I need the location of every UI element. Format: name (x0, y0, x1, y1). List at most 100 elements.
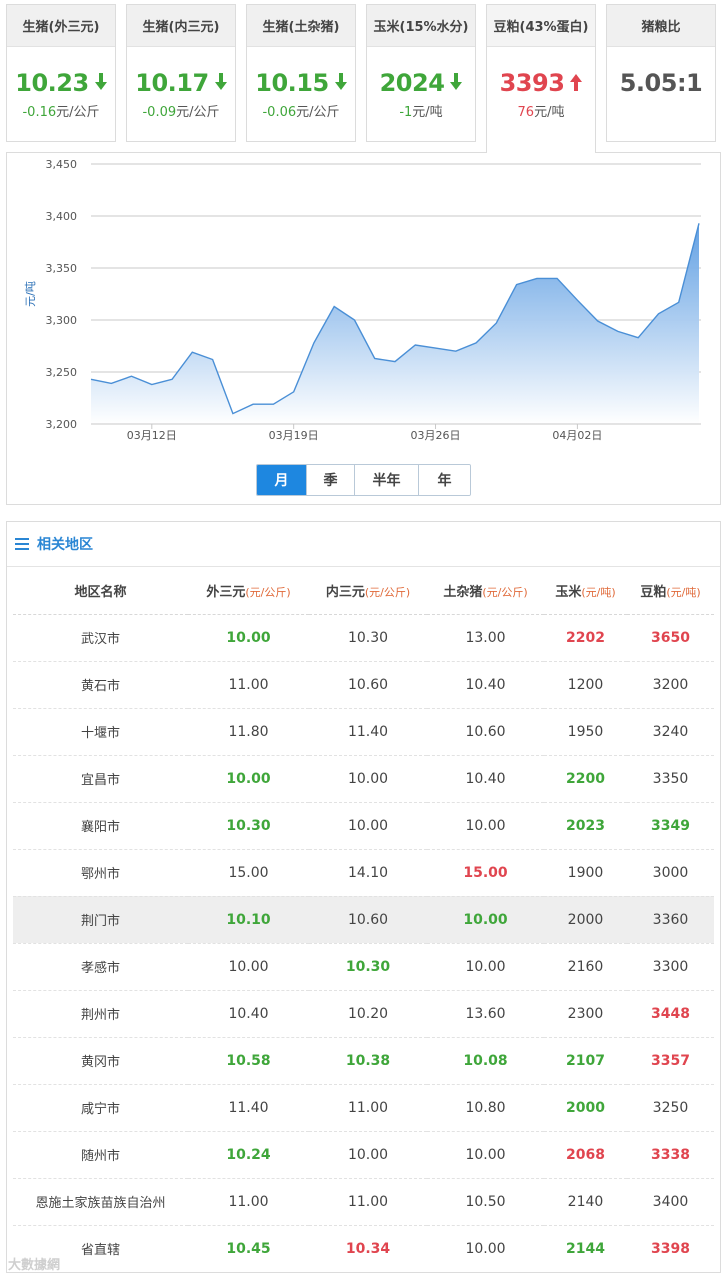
y-tick-label: 3,250 (46, 366, 78, 379)
column-header: 玉米(元/吨) (544, 567, 627, 615)
price-cards: 生猪(外三元) 10.23 -0.16元/公斤 生猪(内三元) 10.17 -0.09元/… (6, 4, 721, 153)
period-tab[interactable]: 半年 (354, 465, 418, 495)
column-header-label: 玉米 (555, 584, 582, 600)
card-title: 猪粮比 (607, 5, 715, 47)
column-header-unit: (元/公斤) (364, 585, 411, 599)
price-card[interactable]: 生猪(土杂猪) 10.15 -0.06元/公斤 (246, 4, 356, 142)
price-cell: 11.40 (309, 708, 427, 756)
card-change: -0.09元/公斤 (127, 101, 235, 120)
arrow-down-icon (334, 69, 347, 97)
region-name-cell: 荆门市 (13, 896, 188, 944)
region-name-cell: 十堰市 (13, 708, 188, 756)
column-header: 外三元(元/公斤) (188, 567, 309, 615)
region-title-text: 相关地区 (37, 537, 93, 553)
price-cell: 2300 (544, 990, 627, 1038)
y-tick-label: 3,400 (46, 210, 78, 223)
table-header-row: 地区名称 外三元(元/公斤) 内三元(元/公斤) 土杂猪(元/公斤) 玉米(元/吨) 豆粕… (13, 567, 714, 615)
card-title: 生猪(内三元) (127, 5, 235, 47)
card-price-value: 3393 (499, 69, 565, 97)
x-tick-label: 04月02日 (552, 429, 602, 442)
price-cell: 10.30 (309, 614, 427, 662)
y-tick-label: 3,300 (46, 314, 78, 327)
table-row[interactable]: 黄冈市 10.58 10.38 10.08 2107 3357 (13, 1037, 714, 1085)
card-change: -1元/吨 (367, 101, 475, 120)
table-row[interactable]: 孝感市 10.00 10.30 10.00 2160 3300 (13, 943, 714, 991)
series-area (91, 223, 699, 424)
x-tick-label: 03月12日 (127, 429, 177, 442)
column-header-label: 土杂猪 (443, 584, 483, 600)
table-row[interactable]: 武汉市 10.00 10.30 13.00 2202 3650 (13, 614, 714, 662)
price-cell: 10.58 (188, 1037, 309, 1085)
table-row[interactable]: 黄石市 11.00 10.60 10.40 1200 3200 (13, 661, 714, 709)
y-tick-label: 3,200 (46, 418, 78, 431)
column-header-unit: (元/吨) (581, 585, 616, 599)
period-selector: 月季半年年 (256, 464, 471, 496)
price-cell: 3350 (627, 755, 714, 803)
price-card[interactable]: 生猪(内三元) 10.17 -0.09元/公斤 (126, 4, 236, 142)
period-tab[interactable]: 月 (257, 465, 306, 495)
column-header-unit: (元/吨) (666, 585, 701, 599)
column-header-label: 豆粕 (640, 584, 667, 600)
price-cell: 2160 (544, 943, 627, 991)
price-cell: 10.20 (309, 990, 427, 1038)
price-cell: 10.45 (188, 1225, 309, 1272)
column-header: 地区名称 (13, 567, 188, 615)
column-header-label: 内三元 (325, 584, 365, 600)
price-cell: 11.00 (309, 1178, 427, 1226)
price-cell: 10.30 (188, 802, 309, 850)
card-change: -0.16元/公斤 (7, 101, 115, 120)
x-tick-label: 03月19日 (269, 429, 319, 442)
card-title: 豆粕(43%蛋白) (487, 5, 595, 47)
price-cell: 10.10 (188, 896, 309, 944)
price-cell: 3240 (627, 708, 714, 756)
region-name-cell: 孝感市 (13, 943, 188, 991)
table-row[interactable]: 十堰市 11.80 11.40 10.60 1950 3240 (13, 708, 714, 756)
price-cell: 10.00 (427, 1131, 544, 1179)
price-cell: 3650 (627, 614, 714, 662)
period-tab[interactable]: 季 (306, 465, 354, 495)
price-cell: 3200 (627, 661, 714, 709)
price-chart-panel: 3,200 3,250 3,300 3,350 3,400 3,450 03月12日 03月1… (6, 152, 721, 505)
price-cell: 10.34 (309, 1225, 427, 1272)
column-header-unit: (元/公斤) (245, 585, 291, 599)
card-change-unit: 元/公斤 (176, 105, 220, 120)
card-price: 10.15 (247, 67, 355, 99)
card-change-value: -0.16 (22, 105, 57, 120)
column-header: 土杂猪(元/公斤) (427, 567, 544, 615)
price-cell: 15.00 (188, 849, 309, 897)
price-cell: 10.80 (427, 1084, 544, 1132)
table-row[interactable]: 襄阳市 10.30 10.00 10.00 2023 3349 (13, 802, 714, 850)
table-row[interactable]: 荆州市 10.40 10.20 13.60 2300 3448 (13, 990, 714, 1038)
table-row[interactable]: 省直辖 10.45 10.34 10.00 2144 3398 (13, 1225, 714, 1272)
card-change-value: -1 (399, 105, 413, 120)
table-row[interactable]: 随州市 10.24 10.00 10.00 2068 3338 (13, 1131, 714, 1179)
price-cell: 3357 (627, 1037, 714, 1085)
card-title: 生猪(土杂猪) (247, 5, 355, 47)
column-header-unit: (元/公斤) (482, 585, 528, 599)
price-cell: 11.00 (188, 1178, 309, 1226)
price-cell: 2023 (544, 802, 627, 850)
card-price: 2024 (367, 67, 475, 99)
table-row[interactable]: 恩施土家族苗族自治州 11.00 11.00 10.50 2140 3400 (13, 1178, 714, 1226)
price-cell: 11.00 (188, 661, 309, 709)
price-cell: 2144 (544, 1225, 627, 1272)
table-row[interactable]: 荆门市 10.10 10.60 10.00 2000 3360 (13, 896, 714, 944)
column-header: 豆粕(元/吨) (627, 567, 714, 615)
price-cell: 10.00 (188, 614, 309, 662)
table-row[interactable]: 鄂州市 15.00 14.10 15.00 1900 3000 (13, 849, 714, 897)
price-cell: 1200 (544, 661, 627, 709)
card-price: 5.05:1 (607, 67, 715, 99)
price-cell: 3349 (627, 802, 714, 850)
region-panel-title: 相关地区 (7, 522, 720, 567)
price-cell: 3338 (627, 1131, 714, 1179)
price-cell: 10.00 (427, 1225, 544, 1272)
table-row[interactable]: 咸宁市 11.40 11.00 10.80 2000 3250 (13, 1084, 714, 1132)
price-card[interactable]: 猪粮比 5.05:1 (606, 4, 716, 142)
price-card[interactable]: 玉米(15%水分) 2024 -1元/吨 (366, 4, 476, 142)
price-card[interactable]: 生猪(外三元) 10.23 -0.16元/公斤 (6, 4, 116, 142)
price-card[interactable]: 豆粕(43%蛋白) 3393 76元/吨 (486, 4, 596, 153)
table-row[interactable]: 宜昌市 10.00 10.00 10.40 2200 3350 (13, 755, 714, 803)
card-price-value: 10.17 (135, 69, 209, 97)
period-tab[interactable]: 年 (418, 465, 470, 495)
region-panel: 相关地区 地区名称 外三元(元/公斤) 内三元(元/公斤) 土杂猪(元/公斤) 玉米(元… (6, 521, 721, 1273)
